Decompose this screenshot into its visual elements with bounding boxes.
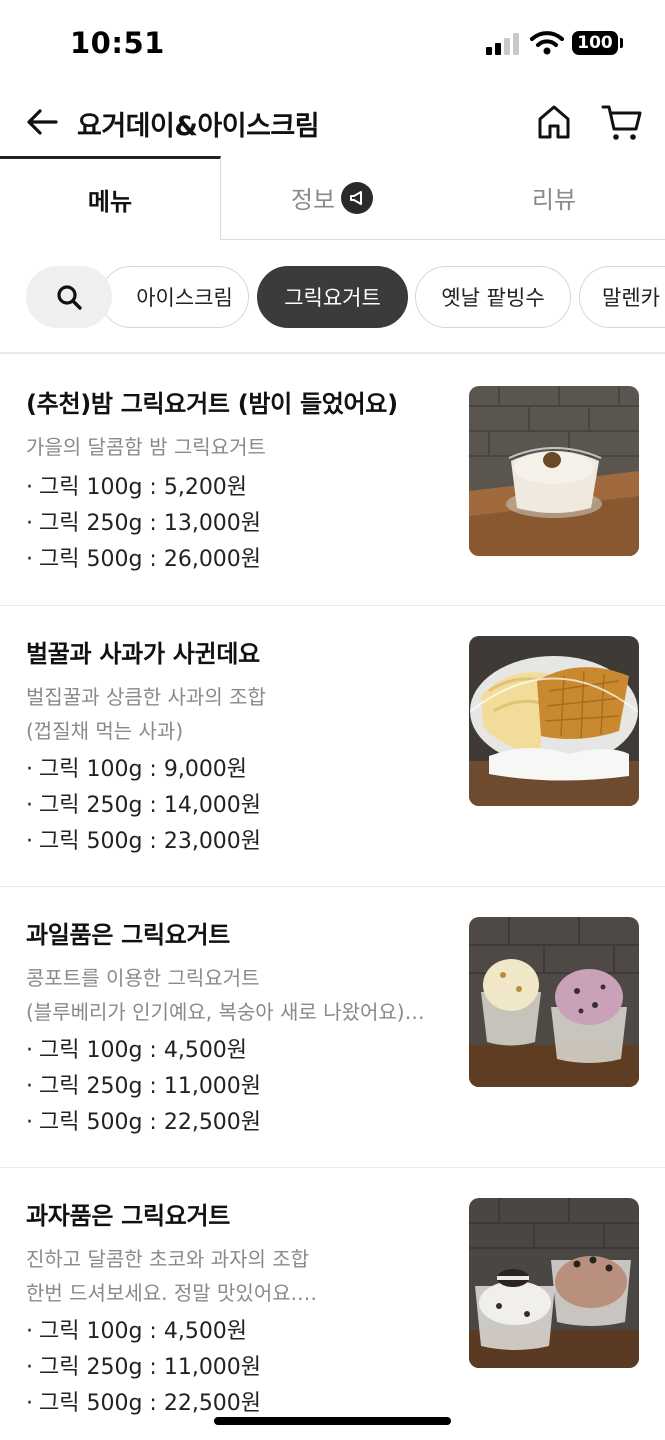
tab-review-label: 리뷰	[531, 186, 577, 214]
chip-label: 말렌카	[602, 286, 660, 310]
price-text: 그릭 100g : 4,500원	[39, 1319, 248, 1344]
item-prices: · 그릭 100g : 4,500원 · 그릭 250g : 11,000원 · 그릭…	[26, 1033, 261, 1141]
tab-menu[interactable]: 메뉴	[0, 156, 221, 240]
price-line: · 그릭 250g : 11,000원	[26, 1350, 261, 1386]
tab-bar: 메뉴 정보 리뷰	[0, 156, 665, 240]
bullet: ·	[26, 1038, 33, 1063]
chip-icecream[interactable]: 아이스크림	[100, 266, 249, 328]
item-description-line: 벌집꿀과 상큼한 사과의 조합	[26, 685, 266, 709]
item-description: 가을의 달콤함 밤 그릭요거트	[26, 430, 451, 464]
item-description: 벌집꿀과 상큼한 사과의 조합 (껍질채 먹는 사과)	[26, 680, 451, 748]
price-line: · 그릭 250g : 14,000원	[26, 788, 261, 824]
chip-malenka[interactable]: 말렌카	[579, 266, 665, 328]
item-description-line: 한번 드셔보세요. 정말 맛있어요.…	[26, 1281, 317, 1305]
bullet: ·	[26, 1319, 33, 1344]
bullet: ·	[26, 1074, 33, 1099]
chip-label: 그릭요거트	[284, 286, 381, 310]
price-line: · 그릭 100g : 4,500원	[26, 1033, 261, 1069]
price-line: · 그릭 100g : 4,500원	[26, 1314, 261, 1350]
back-arrow-icon[interactable]	[24, 104, 60, 140]
cart-icon[interactable]	[600, 102, 644, 142]
price-text: 그릭 500g : 22,500원	[39, 1391, 262, 1416]
price-text: 그릭 100g : 5,200원	[39, 475, 248, 500]
price-line: · 그릭 100g : 9,000원	[26, 752, 261, 788]
bullet: ·	[26, 829, 33, 854]
category-search-button[interactable]	[26, 266, 112, 328]
item-description: 진하고 달콤한 초코와 과자의 조합 한번 드셔보세요. 정말 맛있어요.…	[26, 1242, 451, 1310]
menu-item[interactable]: 벌꿀과 사과가 사귄데요 벌집꿀과 상큼한 사과의 조합 (껍질채 먹는 사과)…	[0, 606, 665, 887]
item-name: 과일품은 그릭요거트	[26, 921, 231, 949]
category-chips: 아이스크림 그릭요거트 옛날 팥빙수 말렌카	[0, 264, 665, 330]
item-name: 과자품은 그릭요거트	[26, 1202, 231, 1230]
screen: 10:51 100 요거데이&아이스크림 메뉴 정보 리뷰 아이스크림 그릭요거…	[0, 0, 665, 1440]
menu-list: (추천)밤 그릭요거트 (밤이 들었어요) 가을의 달콤함 밤 그릭요거트 · 그…	[0, 356, 665, 1440]
price-text: 그릭 250g : 11,000원	[39, 1355, 262, 1380]
status-bar: 10:51 100	[0, 0, 665, 90]
item-description-line: 가을의 달콤함 밤 그릭요거트	[26, 435, 266, 459]
item-description-line: 진하고 달콤한 초코와 과자의 조합	[26, 1247, 310, 1271]
item-name: (추천)밤 그릭요거트 (밤이 들었어요)	[26, 390, 398, 418]
menu-item[interactable]: 과자품은 그릭요거트 진하고 달콤한 초코와 과자의 조합 한번 드셔보세요. …	[0, 1168, 665, 1440]
home-indicator[interactable]	[214, 1417, 451, 1425]
divider	[0, 352, 665, 354]
menu-item[interactable]: 과일품은 그릭요거트 콩포트를 이용한 그릭요거트 (블루베리가 인기예요, 복…	[0, 887, 665, 1168]
item-description-line: (블루베리가 인기예요, 복숭아 새로 나왔어요)…	[26, 1000, 425, 1024]
tab-review[interactable]: 리뷰	[443, 156, 665, 240]
item-description: 콩포트를 이용한 그릭요거트 (블루베리가 인기예요, 복숭아 새로 나왔어요)…	[26, 961, 451, 1029]
menu-photo	[469, 386, 639, 556]
price-text: 그릭 250g : 11,000원	[39, 1074, 262, 1099]
price-text: 그릭 500g : 23,000원	[39, 829, 262, 854]
item-description-line: (껍질채 먹는 사과)	[26, 719, 184, 743]
price-line: · 그릭 500g : 23,000원	[26, 824, 261, 860]
price-line: · 그릭 250g : 11,000원	[26, 1069, 261, 1105]
item-description-line: 콩포트를 이용한 그릭요거트	[26, 966, 260, 990]
item-prices: · 그릭 100g : 5,200원 · 그릭 250g : 13,000원 · 그릭…	[26, 470, 261, 578]
price-text: 그릭 100g : 4,500원	[39, 1038, 248, 1063]
price-line: · 그릭 100g : 5,200원	[26, 470, 261, 506]
item-prices: · 그릭 100g : 9,000원 · 그릭 250g : 14,000원 · 그릭…	[26, 752, 261, 860]
tab-info[interactable]: 정보	[221, 156, 443, 240]
price-line: · 그릭 500g : 26,000원	[26, 542, 261, 578]
price-text: 그릭 250g : 13,000원	[39, 511, 262, 536]
bullet: ·	[26, 511, 33, 536]
page-title: 요거데이&아이스크림	[77, 111, 320, 142]
status-time: 10:51	[70, 26, 165, 60]
signal-icon	[486, 33, 520, 55]
wifi-icon	[530, 31, 564, 55]
chip-bingsu[interactable]: 옛날 팥빙수	[415, 266, 571, 328]
search-icon	[57, 285, 82, 310]
menu-item[interactable]: (추천)밤 그릭요거트 (밤이 들었어요) 가을의 달콤함 밤 그릭요거트 · 그…	[0, 356, 665, 606]
tab-info-label: 정보	[290, 186, 336, 214]
app-header: 요거데이&아이스크림	[0, 90, 665, 156]
price-text: 그릭 500g : 22,500원	[39, 1110, 262, 1135]
tab-menu-label: 메뉴	[87, 188, 133, 216]
chip-label: 옛날 팥빙수	[441, 286, 545, 310]
chip-greek-yogurt[interactable]: 그릭요거트	[257, 266, 408, 328]
price-text: 그릭 250g : 14,000원	[39, 793, 262, 818]
price-line: · 그릭 250g : 13,000원	[26, 506, 261, 542]
battery-tip	[620, 38, 623, 48]
menu-photo	[469, 636, 639, 806]
bullet: ·	[26, 475, 33, 500]
bullet: ·	[26, 793, 33, 818]
menu-photo	[469, 1198, 639, 1368]
item-name: 벌꿀과 사과가 사귄데요	[26, 640, 260, 668]
price-text: 그릭 100g : 9,000원	[39, 757, 248, 782]
price-line: · 그릭 500g : 22,500원	[26, 1105, 261, 1141]
price-text: 그릭 500g : 26,000원	[39, 547, 262, 572]
bullet: ·	[26, 547, 33, 572]
menu-photo	[469, 917, 639, 1087]
bullet: ·	[26, 1355, 33, 1380]
chip-label: 아이스크림	[136, 286, 233, 310]
battery-icon: 100	[572, 31, 618, 55]
bullet: ·	[26, 1391, 33, 1416]
bullet: ·	[26, 1110, 33, 1135]
item-prices: · 그릭 100g : 4,500원 · 그릭 250g : 11,000원 · 그릭…	[26, 1314, 261, 1422]
megaphone-icon	[341, 181, 374, 214]
bullet: ·	[26, 757, 33, 782]
home-icon[interactable]	[534, 102, 574, 142]
